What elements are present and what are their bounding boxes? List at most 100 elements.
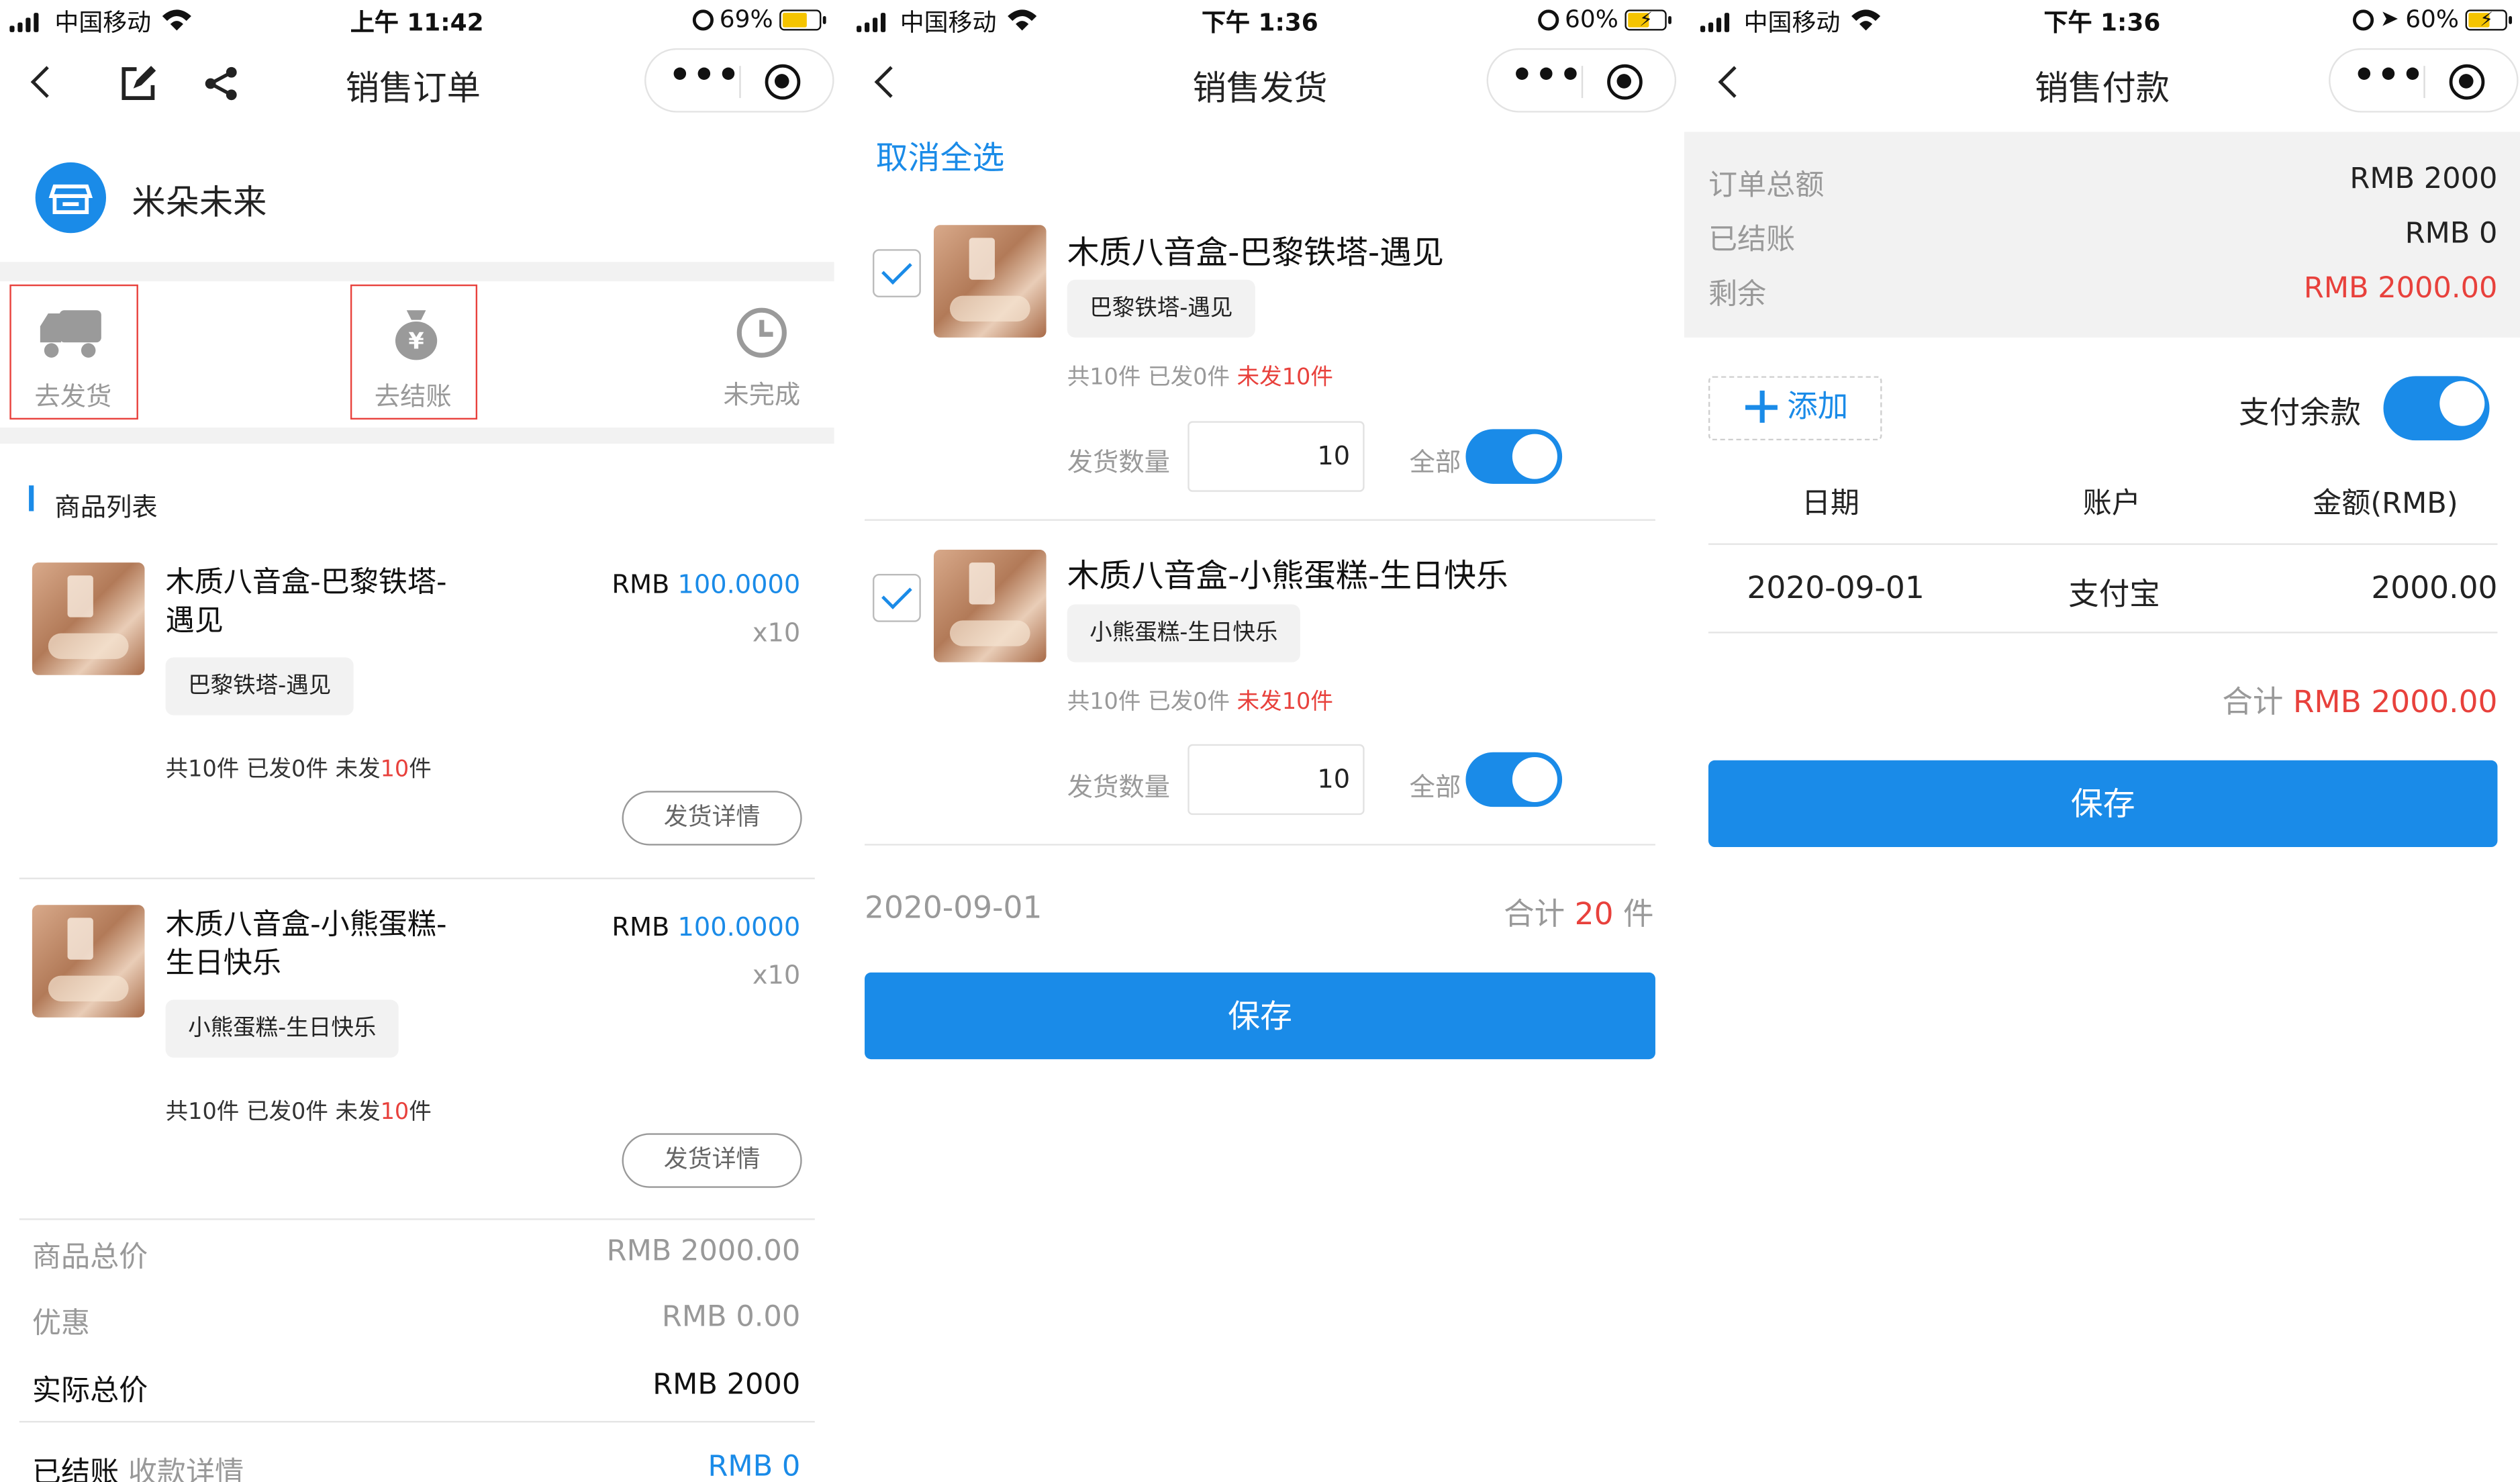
ship-qty-input[interactable]: 10 [1188, 744, 1365, 816]
ship-qty-label: 发货数量 [1067, 771, 1170, 803]
product-thumbnail [933, 225, 1047, 338]
save-button[interactable]: 保存 [1708, 760, 2498, 848]
shipping-counts: 共10件 已发0件 未发10件 [1067, 364, 1333, 391]
nav-bar: 销售发货 ••• [840, 42, 1680, 126]
clock-icon [736, 307, 787, 358]
column-header-amount: 金额(RMB) [2313, 487, 2458, 521]
pay-balance-toggle[interactable] [2383, 376, 2490, 441]
more-icon[interactable]: ••• [2353, 58, 2424, 95]
ship-total: 合计 20 件 [1504, 897, 1654, 932]
subtotal-value: RMB 2000.00 [606, 1234, 801, 1269]
battery-percent: 60% [1565, 5, 1618, 34]
store-avatar [35, 162, 107, 234]
battery-icon: ⚡ [2465, 7, 2513, 30]
section-marker [29, 485, 34, 511]
add-payment-label: 添加 [1787, 389, 1849, 425]
discount-value: RMB 0.00 [661, 1300, 801, 1334]
ship-all-toggle[interactable] [1465, 752, 1563, 807]
status-bar: 中国移动 上午 11:42 69% [0, 0, 834, 42]
shipping-detail-button[interactable]: 发货详情 [622, 1133, 802, 1188]
battery-icon [779, 9, 826, 30]
ship-date[interactable]: 2020-09-01 [865, 891, 1042, 926]
item-checkbox[interactable] [873, 573, 921, 622]
product-name: 木质八音盒-小熊蛋糕-生日快乐 [1067, 556, 1508, 595]
ship-action-label: 去发货 [34, 381, 112, 412]
add-payment-button[interactable]: 添加 [1708, 376, 1882, 441]
rotation-lock-icon [1537, 9, 1559, 30]
checkout-action-button[interactable]: ¥ 去结账 [350, 284, 478, 420]
status-bar: 中国移动 下午 1:36 60% ⚡ [840, 0, 1680, 42]
product-thumbnail [933, 550, 1047, 662]
nav-bar: 销售付款 ••• [1684, 42, 2520, 126]
divider [19, 1420, 815, 1423]
checkout-action-label: 去结账 [374, 381, 452, 412]
sales-order-screen: 中国移动 上午 11:42 69% 销售订单 ••• 米朵未来 去发货 ¥ 去结… [0, 0, 834, 1482]
payment-detail-link[interactable]: 收款详情 [128, 1456, 244, 1482]
ship-qty-label: 发货数量 [1067, 446, 1170, 478]
divider-band [0, 262, 834, 282]
remaining-label: 剩余 [1708, 278, 1767, 312]
column-header-date: 日期 [1801, 487, 1860, 521]
payment-date-cell[interactable]: 2020-09-01 [1747, 571, 1924, 606]
order-total-value: RMB 2000 [2349, 162, 2498, 197]
close-mini-program-icon[interactable] [1607, 64, 1643, 100]
mini-program-capsule: ••• [644, 48, 834, 113]
divider [19, 1218, 815, 1220]
battery-percent: 69% [719, 5, 773, 34]
item-checkbox[interactable] [873, 249, 921, 298]
divider [865, 844, 1655, 846]
svg-text:¥: ¥ [408, 328, 424, 354]
divider-band [0, 428, 834, 444]
product-thumbnail [32, 905, 145, 1018]
deselect-all-link[interactable]: 取消全选 [876, 132, 1005, 178]
battery-icon: ⚡ [1625, 7, 1671, 30]
shipping-counts: 共10件 已发0件 未发10件 [165, 1099, 432, 1126]
product-price: RMB 100.0000 [612, 569, 801, 600]
settled-label: 已结账 收款详情 [32, 1450, 244, 1482]
order-total-label: 订单总额 [1708, 168, 1825, 203]
remaining-value: RMB 2000.00 [2303, 271, 2498, 306]
incomplete-action-button[interactable]: 未完成 [704, 285, 820, 419]
store-icon [48, 184, 93, 214]
incomplete-action-label: 未完成 [723, 379, 801, 410]
store-name: 米朵未来 [132, 183, 267, 222]
close-mini-program-icon[interactable] [765, 64, 801, 100]
ship-all-toggle[interactable] [1465, 429, 1563, 484]
mini-program-capsule: ••• [1486, 48, 1677, 113]
ship-qty-input[interactable]: 10 [1188, 421, 1365, 492]
total-label: 实际总价 [32, 1374, 148, 1408]
section-title: 商品列表 [54, 491, 158, 523]
product-thumbnail [32, 562, 145, 675]
mini-program-capsule: ••• [2329, 48, 2519, 113]
sales-shipping-screen: 中国移动 下午 1:36 60% ⚡ 销售发货 ••• 取消全选 木质八音盒-巴… [840, 0, 1680, 1482]
truck-icon [40, 310, 101, 358]
shipping-counts: 共10件 已发0件 未发10件 [165, 756, 432, 783]
product-name: 木质八音盒-巴黎铁塔-遇见 [165, 565, 447, 638]
product-variant-tag: 小熊蛋糕-生日快乐 [1067, 604, 1301, 662]
payment-amount-cell[interactable]: 2000.00 [2250, 571, 2497, 606]
plus-icon [1745, 390, 1778, 423]
close-mini-program-icon[interactable] [2449, 64, 2485, 100]
save-button[interactable]: 保存 [865, 972, 1655, 1060]
more-icon[interactable]: ••• [1510, 58, 1582, 95]
more-icon[interactable]: ••• [669, 58, 740, 95]
ship-action-button[interactable]: 去发货 [9, 284, 138, 420]
pay-balance-label: 支付余款 [2239, 395, 2362, 431]
divider [1708, 632, 2498, 634]
product-variant-tag: 小熊蛋糕-生日快乐 [165, 999, 399, 1058]
payment-total: 合计 RMB 2000.00 [2222, 685, 2498, 720]
product-variant-tag: 巴黎铁塔-遇见 [165, 657, 354, 715]
column-header-account: 账户 [2082, 487, 2141, 521]
shipping-detail-button[interactable]: 发货详情 [622, 791, 802, 846]
ship-all-label: 全部 [1409, 446, 1461, 478]
product-name: 木质八音盒-小熊蛋糕-生日快乐 [165, 908, 447, 981]
discount-label: 优惠 [32, 1306, 91, 1341]
nav-bar: 销售订单 ••• [0, 42, 834, 126]
divider [19, 877, 815, 879]
payment-summary-panel: 订单总额 RMB 2000 已结账 RMB 0 剩余 RMB 2000.00 [1684, 132, 2520, 338]
ship-all-label: 全部 [1409, 771, 1461, 803]
money-bag-icon: ¥ [395, 310, 438, 360]
divider [865, 519, 1655, 521]
payment-account-cell[interactable]: 支付宝 [2068, 571, 2160, 614]
product-name: 木质八音盒-巴黎铁塔-遇见 [1067, 233, 1444, 272]
